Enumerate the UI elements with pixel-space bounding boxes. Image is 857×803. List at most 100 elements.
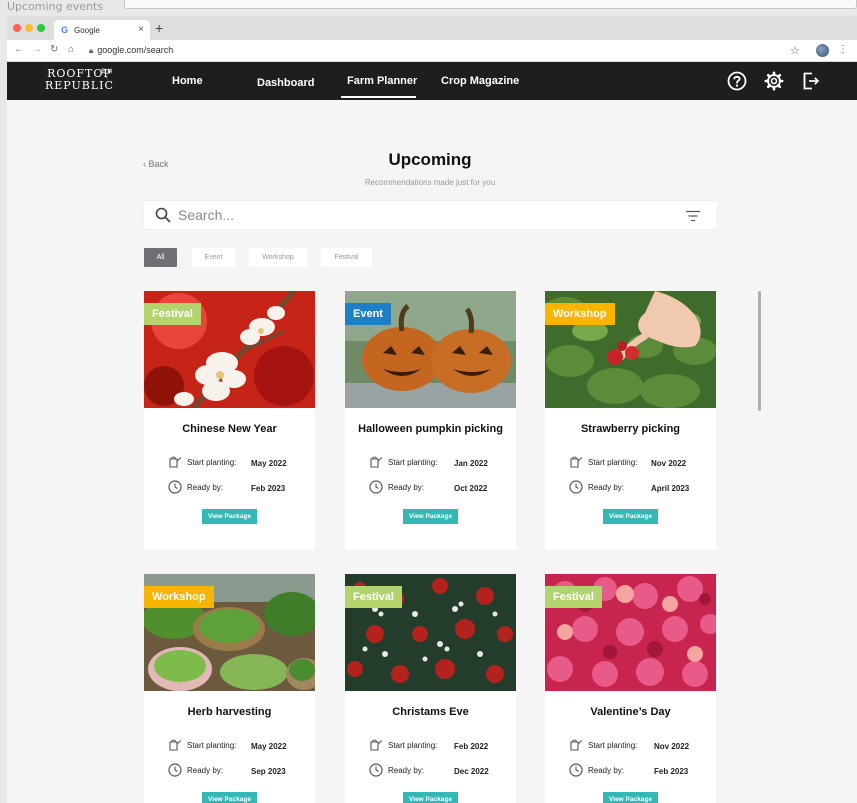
event-card[interactable]: Festival Chinese New Year Start planting… [144, 291, 315, 550]
home-icon[interactable]: ⌂ [68, 44, 74, 55]
filter-chip-event[interactable]: Event [192, 248, 235, 267]
app-header: ROOFTOP REPUBLIC 雲 耕 ⺀ Home Dashboard Fa… [7, 62, 857, 100]
nav-active-indicator [341, 96, 416, 98]
reload-icon[interactable]: ↻ [50, 44, 58, 55]
clock-icon [569, 480, 583, 494]
badge-workshop: Workshop [144, 586, 214, 608]
start-planting-value: May 2022 [251, 742, 287, 751]
rooftop-republic-logo[interactable]: ROOFTOP REPUBLIC 雲 耕 ⺀ [45, 68, 114, 92]
event-card[interactable]: Event Halloween pumpkin picking Start pl… [345, 291, 516, 550]
start-planting-label: Start planting: [187, 741, 237, 750]
start-planting-label: Start planting: [588, 458, 638, 467]
page-subtitle: Recommendations made just for you [364, 178, 496, 187]
forward-arrow-icon[interactable]: → [32, 44, 42, 55]
start-planting-label: Start planting: [388, 458, 438, 467]
event-card[interactable]: Workshop Herb harvesting Start planting:… [144, 574, 315, 803]
watering-can-icon [370, 456, 383, 468]
settings-icon[interactable] [764, 71, 784, 91]
card-title: Christams Eve [392, 706, 469, 718]
start-planting-value: Feb 2022 [454, 742, 489, 751]
ready-by-label: Ready by: [388, 766, 425, 775]
close-tab-icon[interactable]: × [138, 24, 144, 35]
nav-home[interactable]: Home [172, 75, 203, 87]
address-bar: ← → ↻ ⌂ 🔒︎ google.com/search ☆ ⋮ [7, 40, 857, 62]
event-card[interactable]: Festival Christams Eve Start planting: F… [345, 574, 516, 803]
watering-can-icon [169, 739, 182, 751]
filter-chip-all[interactable]: All [144, 248, 177, 267]
url-text: google.com/search [97, 45, 174, 55]
card-title: Valentine’s Day [590, 706, 671, 718]
nav-dashboard[interactable]: Dashboard [257, 77, 314, 89]
logo-chinese-text: 雲 耕 ⺀ [100, 69, 113, 82]
start-planting-value: Jan 2022 [454, 459, 488, 468]
watering-can-icon [370, 739, 383, 751]
back-label: Back [148, 159, 169, 169]
ready-by-label: Ready by: [187, 483, 224, 492]
view-package-button[interactable]: View Package [202, 792, 257, 803]
badge-festival: Festival [545, 586, 602, 608]
back-arrow-icon[interactable]: ← [14, 44, 24, 55]
view-package-button[interactable]: View Package [603, 792, 658, 803]
filter-chip-workshop[interactable]: Workshop [249, 248, 307, 267]
view-package-button[interactable]: View Package [403, 792, 458, 803]
event-card[interactable]: Festival Valentine’s Day Start planting:… [545, 574, 716, 803]
ready-by-value: Feb 2023 [251, 484, 286, 493]
ready-by-value: Feb 2023 [654, 767, 689, 776]
ready-by-value: Dec 2022 [454, 767, 489, 776]
window-frame-bar [124, 0, 857, 9]
clock-icon [168, 763, 182, 777]
view-package-button[interactable]: View Package [403, 509, 458, 524]
start-planting-value: Nov 2022 [651, 459, 687, 468]
search-input[interactable] [178, 206, 658, 224]
bookmark-star-icon[interactable]: ☆ [790, 44, 800, 57]
ready-by-value: Sep 2023 [251, 767, 286, 776]
browser-tab[interactable]: G Google × [54, 20, 150, 40]
ready-by-label: Ready by: [187, 766, 224, 775]
view-package-button[interactable]: View Package [202, 509, 257, 524]
watering-can-icon [169, 456, 182, 468]
ready-by-value: April 2023 [651, 484, 690, 493]
close-window-button[interactable] [13, 24, 21, 32]
maximize-window-button[interactable] [37, 24, 45, 32]
url-field[interactable]: 🔒︎ google.com/search [89, 45, 173, 56]
nav-farm-planner[interactable]: Farm Planner [347, 75, 417, 87]
ready-by-label: Ready by: [588, 483, 625, 492]
card-title: Strawberry picking [580, 423, 681, 435]
page-title: Upcoming [388, 150, 472, 169]
profile-avatar[interactable] [816, 44, 829, 57]
badge-festival: Festival [345, 586, 402, 608]
help-icon[interactable] [727, 71, 747, 91]
clock-icon [369, 763, 383, 777]
nav-crop-magazine[interactable]: Crop Magazine [441, 75, 519, 87]
clock-icon [168, 480, 182, 494]
badge-workshop: Workshop [545, 303, 615, 325]
window-controls [13, 24, 45, 32]
lock-icon: 🔒︎ [89, 46, 94, 55]
browser-window: G Google × + ← → ↻ ⌂ 🔒︎ google.com/search… [7, 16, 857, 803]
browser-menu-icon[interactable]: ⋮ [838, 44, 848, 55]
tab-label: Google [74, 26, 100, 35]
card-title: Halloween pumpkin picking [358, 423, 503, 435]
new-tab-icon[interactable]: + [155, 20, 163, 36]
filter-chip-festival[interactable]: Festival [321, 248, 372, 267]
window-title: Upcoming events [7, 0, 104, 13]
start-planting-value: Nov 2022 [654, 742, 690, 751]
event-card[interactable]: Workshop Strawberry picking Start planti… [545, 291, 716, 550]
vertical-scrollbar[interactable] [758, 291, 761, 411]
watering-can-icon [570, 456, 583, 468]
back-link[interactable]: ‹ Back [143, 159, 169, 169]
start-planting-label: Start planting: [388, 741, 438, 750]
card-title: Chinese New Year [182, 423, 277, 435]
view-package-button[interactable]: View Package [603, 509, 658, 524]
filter-icon[interactable] [685, 210, 701, 222]
minimize-window-button[interactable] [25, 24, 33, 32]
ready-by-label: Ready by: [588, 766, 625, 775]
ready-by-label: Ready by: [388, 483, 425, 492]
logout-icon[interactable] [801, 71, 821, 91]
search-bar [144, 201, 717, 229]
watering-can-icon [570, 739, 583, 751]
badge-festival: Festival [144, 303, 201, 325]
start-planting-label: Start planting: [588, 741, 638, 750]
google-g-icon: G [61, 25, 69, 35]
search-icon [155, 207, 171, 223]
